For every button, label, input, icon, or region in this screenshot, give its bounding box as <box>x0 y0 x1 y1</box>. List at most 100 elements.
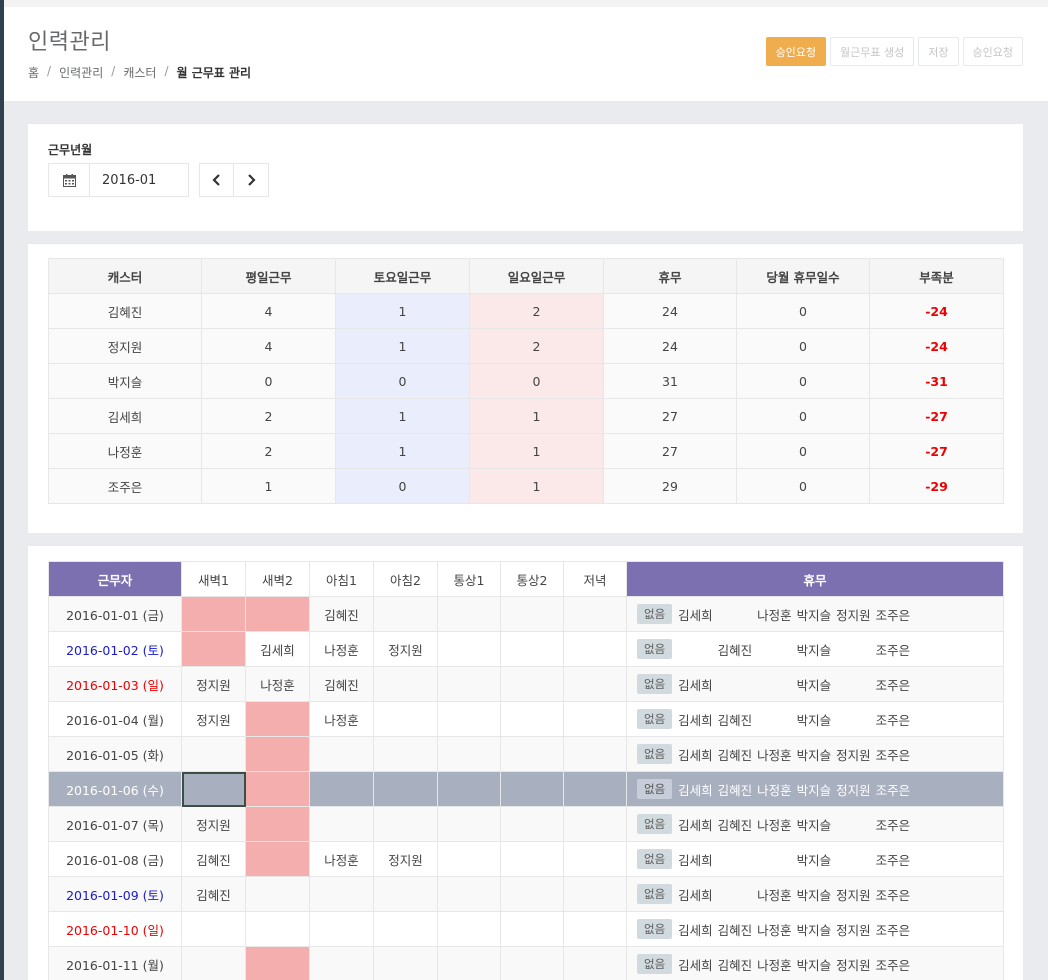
schedule-row[interactable]: 2016-01-09 (토) 김혜진 없음 김세희 나정훈 박지슬 정지원 조주은 <box>48 876 1004 912</box>
slot-normal1-cell[interactable] <box>437 946 501 980</box>
slot-normal1-cell[interactable] <box>437 596 501 632</box>
rest-name[interactable]: 정지원 <box>836 885 876 904</box>
rest-cell[interactable]: 없음 김세희 김혜진 나정훈 박지슬 정지원 조주은 <box>626 946 1004 980</box>
none-badge[interactable]: 없음 <box>637 674 673 694</box>
slot-evening-cell[interactable] <box>563 666 627 702</box>
slot-normal2-cell[interactable] <box>500 806 564 842</box>
slot-normal2-cell[interactable] <box>500 631 564 667</box>
rest-name[interactable]: 김세희 <box>678 815 718 834</box>
slot-dawn1-cell[interactable] <box>181 946 246 980</box>
rest-name[interactable]: 김혜진 <box>718 815 758 834</box>
slot-dawn2-cell[interactable]: 김세희 <box>245 631 310 667</box>
slot-morning1-cell[interactable] <box>309 736 374 772</box>
slot-dawn2-cell[interactable] <box>245 806 310 842</box>
breadcrumb-hr[interactable]: 인력관리 <box>59 64 103 81</box>
rest-name[interactable]: 박지슬 <box>797 815 837 834</box>
rest-name[interactable]: 김세희 <box>678 675 718 694</box>
slot-dawn1-cell[interactable]: 정지원 <box>181 666 246 702</box>
rest-name[interactable]: 김세희 <box>678 920 718 939</box>
breadcrumb-home[interactable]: 홈 <box>28 64 39 81</box>
slot-morning2-cell[interactable] <box>373 876 438 912</box>
slot-dawn2-cell[interactable] <box>245 911 310 947</box>
rest-name[interactable]: 나정훈 <box>757 920 797 939</box>
slot-dawn2-cell[interactable] <box>245 841 310 877</box>
rest-name[interactable]: 박지슬 <box>797 640 837 659</box>
none-badge[interactable]: 없음 <box>637 849 673 869</box>
rest-name[interactable]: 조주은 <box>876 605 916 624</box>
slot-normal2-cell[interactable] <box>500 596 564 632</box>
slot-dawn1-cell[interactable]: 정지원 <box>181 701 246 737</box>
slot-normal1-cell[interactable] <box>437 911 501 947</box>
slot-normal1-cell[interactable] <box>437 701 501 737</box>
rest-name[interactable]: 김혜진 <box>718 745 758 764</box>
slot-dawn2-cell[interactable] <box>245 771 310 807</box>
slot-normal1-cell[interactable] <box>437 736 501 772</box>
save-button[interactable]: 저장 <box>918 37 959 66</box>
slot-dawn1-cell[interactable] <box>181 631 246 667</box>
slot-normal1-cell[interactable] <box>437 841 501 877</box>
next-month-button[interactable] <box>234 163 269 197</box>
slot-morning2-cell[interactable] <box>373 911 438 947</box>
rest-name[interactable]: 조주은 <box>876 885 916 904</box>
rest-cell[interactable]: 없음 김세희 김혜진 나정훈 박지슬 조주은 <box>626 806 1004 842</box>
rest-cell[interactable]: 없음 김세희 김혜진 나정훈 박지슬 정지원 조주은 <box>626 911 1004 947</box>
approval-request-button[interactable]: 승인요청 <box>962 37 1023 66</box>
slot-morning2-cell[interactable] <box>373 736 438 772</box>
rest-name[interactable]: 조주은 <box>876 850 916 869</box>
slot-dawn2-cell[interactable]: 나정훈 <box>245 666 310 702</box>
slot-dawn1-cell[interactable]: 정지원 <box>181 806 246 842</box>
schedule-row[interactable]: 2016-01-10 (일) 없음 김세희 김혜진 나정훈 박지슬 정지원 조주은 <box>48 911 1004 947</box>
rest-name[interactable]: 김혜진 <box>718 955 758 974</box>
rest-cell[interactable]: 없음 김세희 나정훈 박지슬 정지원 조주은 <box>626 876 1004 912</box>
schedule-row[interactable]: 2016-01-01 (금) 김혜진 없음 김세희 나정훈 박지슬 정지원 조주은 <box>48 596 1004 632</box>
none-badge[interactable]: 없음 <box>637 639 673 659</box>
slot-evening-cell[interactable] <box>563 771 627 807</box>
rest-name[interactable]: 조주은 <box>876 640 916 659</box>
slot-normal1-cell[interactable] <box>437 666 501 702</box>
rest-name[interactable]: 정지원 <box>836 920 876 939</box>
slot-dawn2-cell[interactable] <box>245 701 310 737</box>
rest-name[interactable]: 정지원 <box>836 605 876 624</box>
month-input[interactable] <box>90 163 189 197</box>
rest-name[interactable]: 박지슬 <box>797 605 837 624</box>
rest-name[interactable]: 김혜진 <box>718 920 758 939</box>
slot-normal2-cell[interactable] <box>500 771 564 807</box>
rest-cell[interactable]: 없음 김세희 박지슬 조주은 <box>626 841 1004 877</box>
slot-morning1-cell[interactable] <box>309 946 374 980</box>
rest-name[interactable]: 김세희 <box>678 710 718 729</box>
slot-dawn1-cell[interactable] <box>181 596 246 632</box>
slot-normal2-cell[interactable] <box>500 876 564 912</box>
slot-evening-cell[interactable] <box>563 946 627 980</box>
rest-name[interactable]: 나정훈 <box>757 955 797 974</box>
rest-name[interactable]: 김혜진 <box>718 780 758 799</box>
slot-morning2-cell[interactable]: 정지원 <box>373 841 438 877</box>
rest-name[interactable]: 조주은 <box>876 815 916 834</box>
rest-name[interactable]: 조주은 <box>876 745 916 764</box>
slot-evening-cell[interactable] <box>563 631 627 667</box>
slot-morning1-cell[interactable] <box>309 806 374 842</box>
slot-morning2-cell[interactable] <box>373 946 438 980</box>
slot-morning1-cell[interactable]: 김혜진 <box>309 596 374 632</box>
slot-dawn2-cell[interactable] <box>245 736 310 772</box>
slot-dawn2-cell[interactable] <box>245 596 310 632</box>
rest-name[interactable]: 박지슬 <box>797 710 837 729</box>
rest-name[interactable]: 박지슬 <box>797 780 837 799</box>
none-badge[interactable]: 없음 <box>637 744 673 764</box>
slot-evening-cell[interactable] <box>563 911 627 947</box>
rest-name[interactable]: 박지슬 <box>797 850 837 869</box>
rest-name[interactable]: 박지슬 <box>797 920 837 939</box>
slot-morning1-cell[interactable] <box>309 771 374 807</box>
slot-morning1-cell[interactable]: 김혜진 <box>309 666 374 702</box>
none-badge[interactable]: 없음 <box>637 884 673 904</box>
rest-name[interactable]: 박지슬 <box>797 955 837 974</box>
none-badge[interactable]: 없음 <box>637 919 673 939</box>
schedule-row[interactable]: 2016-01-06 (수) 없음 김세희 김혜진 나정훈 박지슬 정지원 조주은 <box>48 771 1004 807</box>
rest-cell[interactable]: 없음 김세희 김혜진 나정훈 박지슬 정지원 조주은 <box>626 736 1004 772</box>
generate-schedule-button[interactable]: 월근무표 생성 <box>830 37 915 66</box>
rest-name[interactable]: 김세희 <box>678 955 718 974</box>
rest-name[interactable]: 박지슬 <box>797 885 837 904</box>
rest-name[interactable]: 나정훈 <box>757 605 797 624</box>
rest-name[interactable]: 나정훈 <box>757 745 797 764</box>
rest-name[interactable]: 조주은 <box>876 920 916 939</box>
slot-morning1-cell[interactable] <box>309 911 374 947</box>
